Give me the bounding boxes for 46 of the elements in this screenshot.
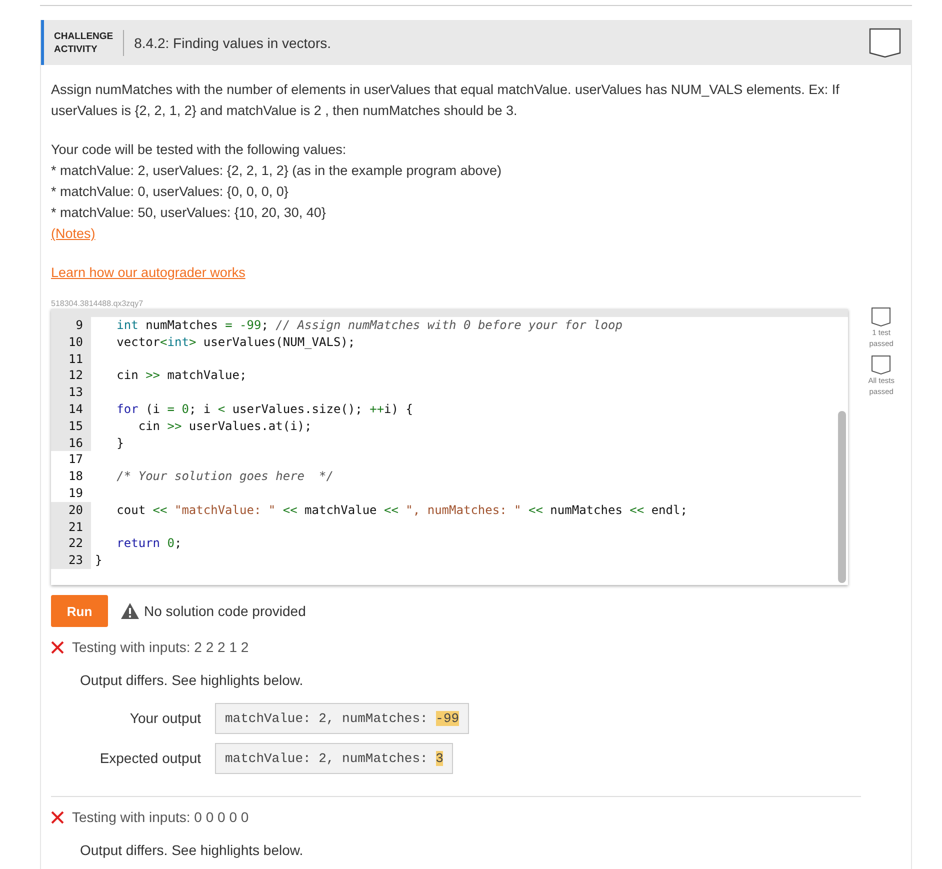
test-value-text: * matchValue: 50, userValues: {10, 20, 30, 40}	[51, 204, 327, 222]
test-value-text: * matchValue: 0, userValues: {0, 0, 0, 0}	[51, 183, 290, 201]
line-number: 20	[51, 502, 91, 519]
warning-icon	[120, 602, 140, 620]
line-number: 22	[51, 535, 91, 552]
run-message: No solution code provided	[144, 602, 306, 621]
result-message: Output differs. See highlights below.	[80, 671, 304, 690]
result-message: Output differs. See highlights below.	[80, 841, 304, 860]
line-number: 12	[51, 367, 91, 384]
line-number: 21	[51, 518, 91, 536]
code-line: int numMatches = -99; // Assign numMatches with 0 before your for loop	[116, 317, 622, 334]
output-box: matchValue: 2, numMatches: 3	[215, 743, 454, 774]
test-value-text: * matchValue: 2, userValues: {2, 2, 1, 2} (as in the example program above)	[51, 162, 503, 180]
code-id-text: 518304.3814488.qx3zqy7	[51, 299, 144, 309]
line-number: 14	[51, 400, 91, 418]
tests-intro-text: Your code will be tested with the following values:	[51, 141, 348, 159]
line-number: 15	[51, 418, 91, 435]
badge-outline-icon	[869, 28, 901, 58]
code-line: cin >> userValues.at(i);	[137, 418, 312, 435]
autograder-link[interactable]: Learn how our autograder works	[51, 265, 246, 280]
notes-link[interactable]: (Notes)	[51, 226, 96, 241]
code-line: }	[116, 434, 124, 452]
code-line: /* Your solution goes here */	[116, 468, 334, 485]
challenge-activity-label: CHALLENGE ACTIVITY	[54, 30, 124, 56]
output-label: Your output	[128, 709, 201, 728]
output-label: Expected output	[98, 749, 201, 768]
code-line: cout << "matchValue: " << matchValue << ", numMatches: " << numMatches << endl;	[116, 502, 688, 519]
line-number: 23	[51, 552, 91, 569]
test-result-title: Testing with inputs: 0 0 0 0 0	[72, 808, 249, 827]
code-line: return 0;	[116, 535, 182, 552]
activity-title: 8.4.2: Finding values in vectors.	[133, 34, 332, 50]
output-box: matchValue: 2, numMatches: -99	[215, 703, 470, 734]
line-number: 13	[51, 384, 91, 401]
line-number: 9	[51, 317, 91, 334]
line-number: 16	[51, 434, 91, 452]
test-result-title: Testing with inputs: 2 2 2 1 2	[72, 638, 249, 657]
code-line: }	[94, 552, 102, 569]
code-line: for (i = 0; i < userValues.size(); ++i) {	[116, 400, 413, 418]
scrollbar-thumb[interactable]	[838, 411, 846, 583]
code-line: vector<int> userValues(NUM_VALS);	[116, 334, 356, 351]
code-line: cin >> matchValue;	[116, 367, 247, 384]
instruction-text: Assign numMatches with the number of elements in userValues that equal matchValue. userValues has NUM_VALS elements. Ex: If userValues is {2, 2, 1, 2} and matchValue is 2 , then numMatches should be 3.	[51, 81, 840, 120]
run-button[interactable]: Run	[51, 595, 108, 627]
line-number: 10	[51, 334, 91, 351]
code-editor[interactable]	[51, 309, 848, 585]
line-number: 11	[51, 350, 91, 368]
